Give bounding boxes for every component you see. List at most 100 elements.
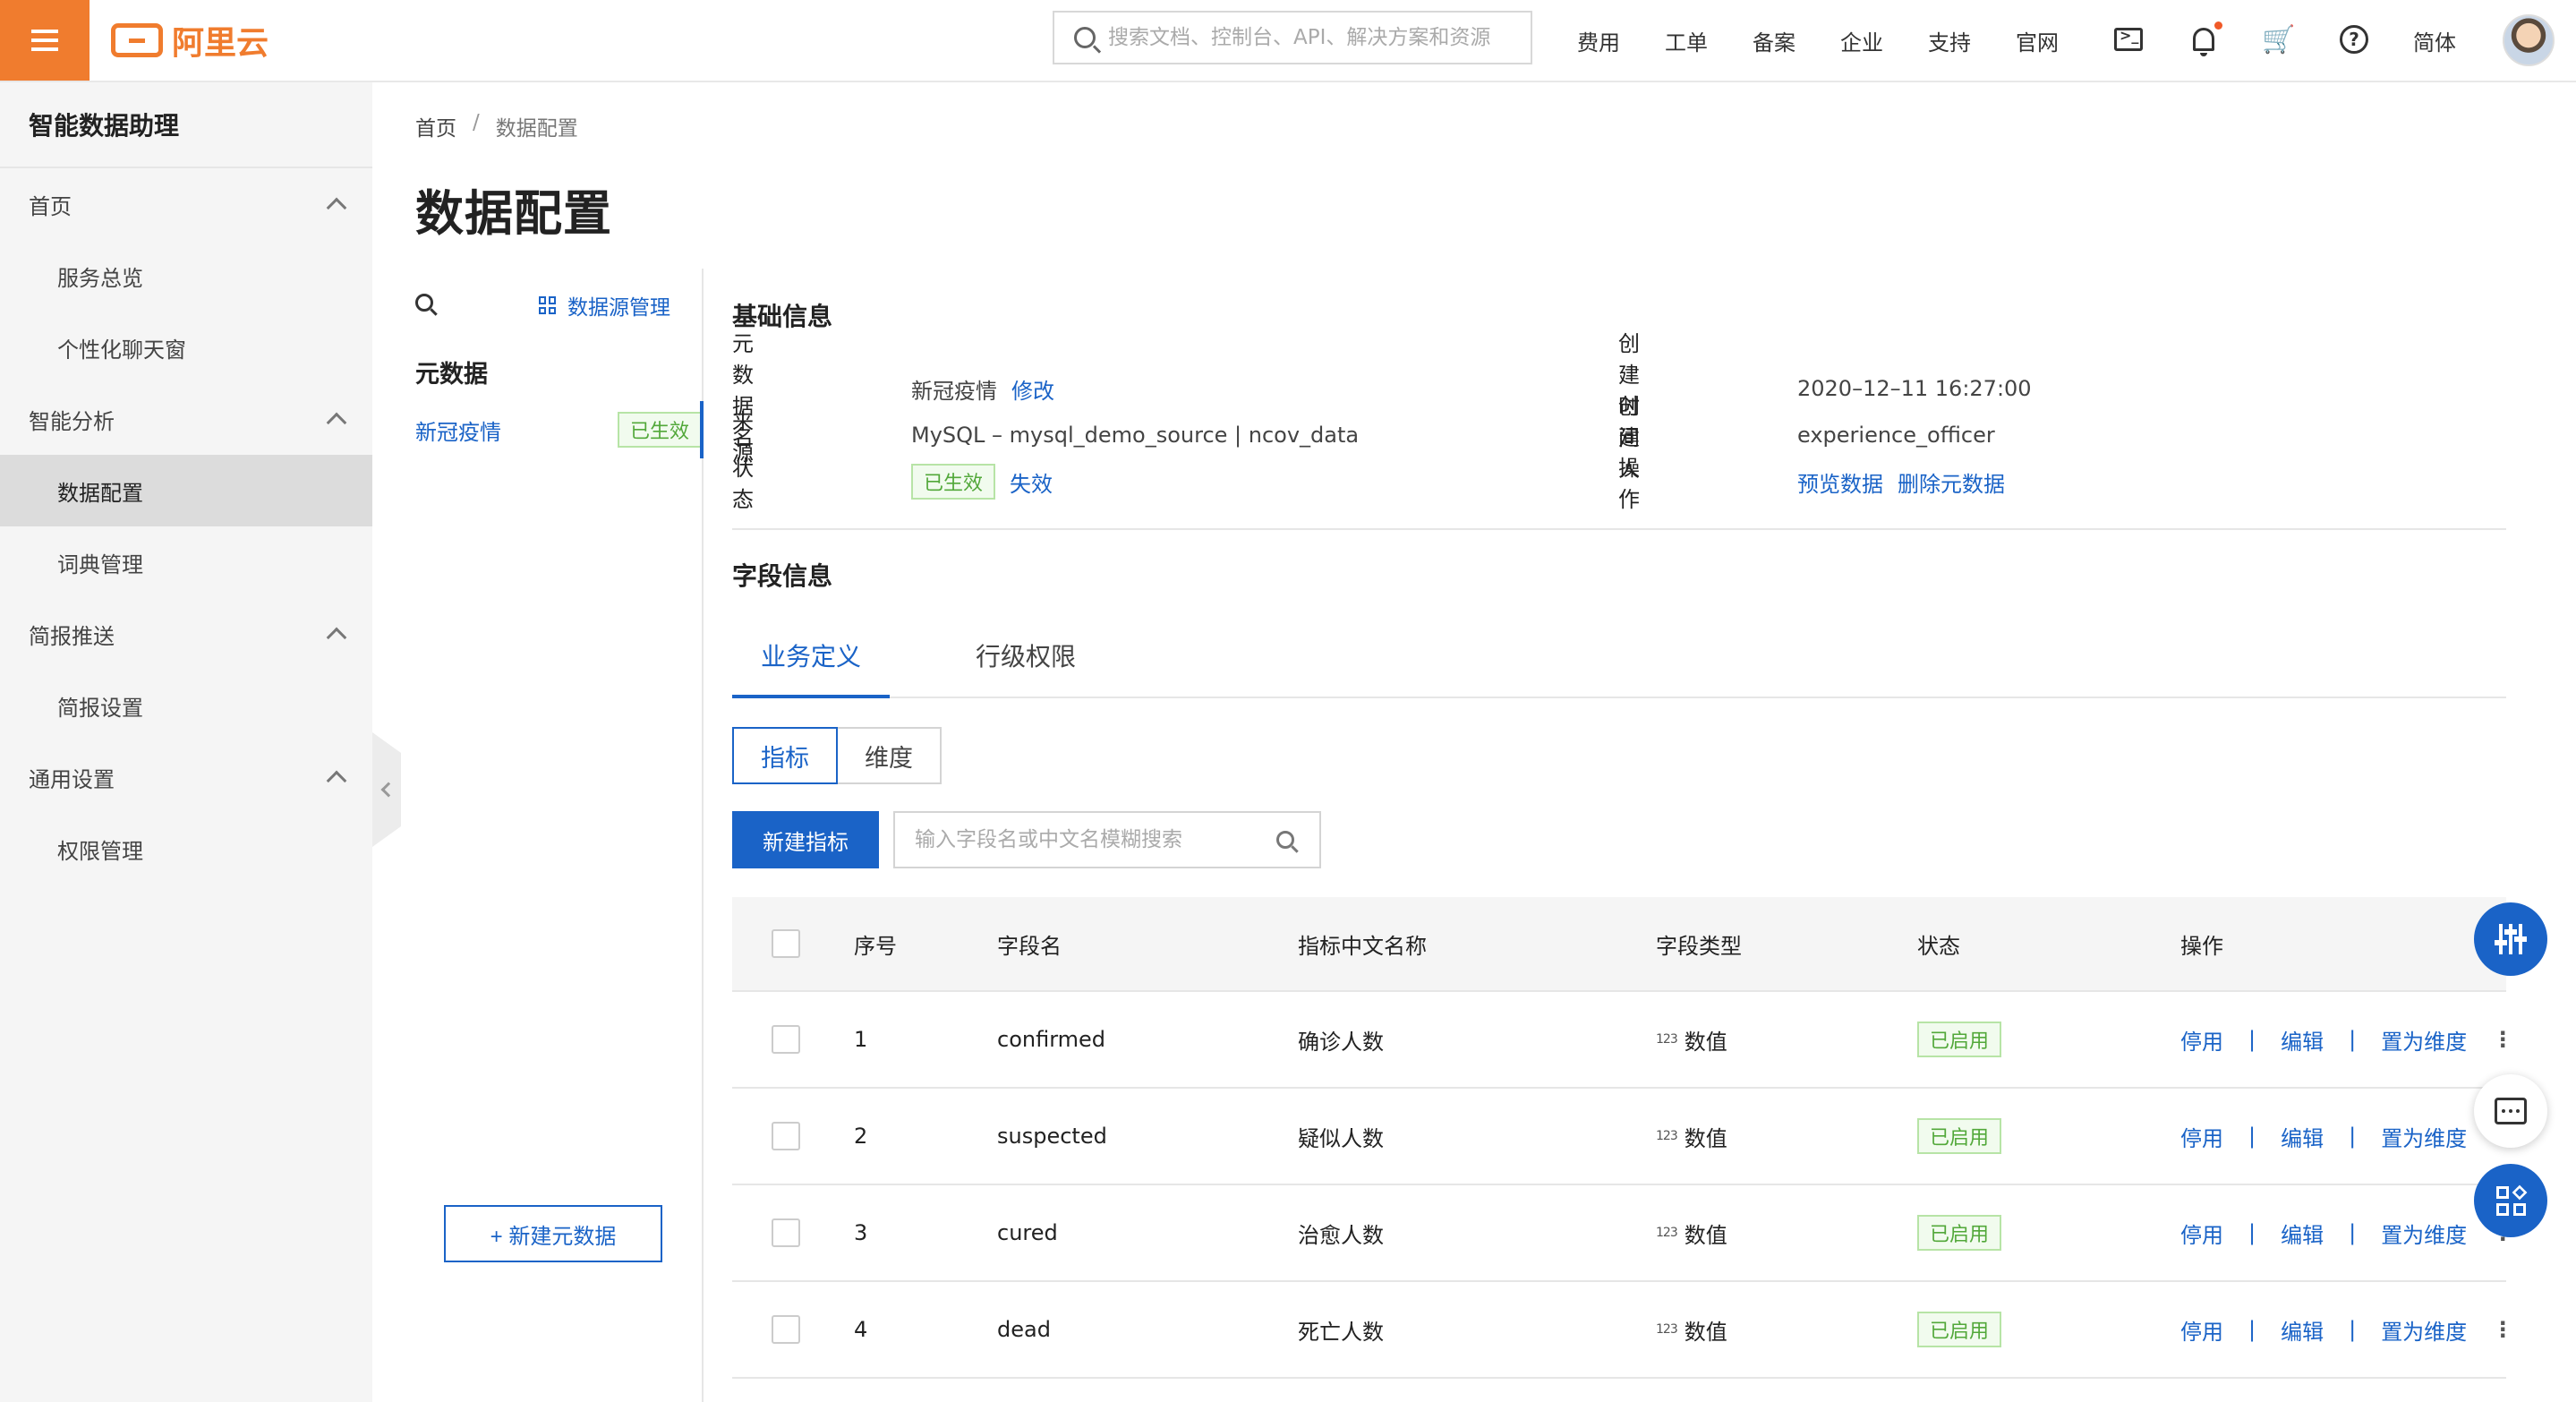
nav-enterprise[interactable]: 企业 [1840, 25, 1883, 56]
sidebar-item-overview[interactable]: 服务总览 [0, 240, 372, 312]
row-cn-name: 治愈人数 [1298, 1222, 1384, 1248]
chat-fab[interactable] [2474, 1074, 2547, 1148]
field-search-input[interactable] [915, 828, 1273, 851]
tab-business-definition[interactable]: 业务定义 [761, 637, 861, 673]
sidebar-group-label: 简报推送 [29, 623, 115, 649]
table-row: 4 dead 死亡人数 123 数值 已启用 停用 | 编辑 | 置为维度 ⋮ [732, 1282, 2513, 1379]
row-status-cell: 已启用 [1917, 1185, 2002, 1280]
delete-metadata-link[interactable]: 删除元数据 [1898, 466, 2005, 498]
invalidate-link[interactable]: 失效 [1010, 466, 1053, 498]
rename-link[interactable]: 修改 [1011, 373, 1054, 405]
segment-metric[interactable]: 指标 [732, 727, 838, 784]
ops-label: 操作 [1618, 456, 1640, 512]
header-type: 字段类型 [1656, 933, 1742, 959]
status-value-wrap: 已生效 失效 [911, 464, 1053, 500]
number-type-icon: 123 [1656, 1322, 1678, 1337]
row-ops: 停用|编辑|置为维度⋮ [2180, 1185, 2513, 1280]
select-all-checkbox[interactable] [772, 929, 800, 958]
active-tab-indicator [732, 695, 890, 698]
status-badge: 已启用 [1917, 1118, 2002, 1154]
sidebar-item-permissions[interactable]: 权限管理 [0, 813, 372, 885]
row-type: 数值 [1684, 1029, 1727, 1055]
name-value-wrap: 新冠疫情 修改 [911, 373, 1054, 405]
avatar[interactable] [2503, 14, 2555, 66]
edit-link[interactable]: 编辑 [2281, 1218, 2324, 1249]
breadcrumb-home[interactable]: 首页 [415, 111, 456, 141]
row-ops: 停用|编辑|置为维度⋮ [2180, 1089, 2513, 1184]
sidebar-item-data-config[interactable]: 数据配置 [0, 455, 372, 526]
row-type: 数值 [1684, 1319, 1727, 1345]
field-search[interactable] [893, 811, 1321, 868]
search-icon[interactable] [415, 294, 433, 312]
nav-tickets[interactable]: 工单 [1665, 25, 1708, 56]
sidebar-group-label: 智能分析 [29, 408, 115, 434]
disable-link[interactable]: 停用 [2180, 1024, 2223, 1056]
sidebar-title: 智能数据助理 [0, 82, 372, 168]
sidebar-item-chat[interactable]: 个性化聊天窗 [0, 312, 372, 383]
sidebar-item-dictionary[interactable]: 词典管理 [0, 526, 372, 598]
set-dimension-link[interactable]: 置为维度 [2381, 1218, 2467, 1249]
header-field: 字段名 [997, 933, 1062, 959]
row-checkbox[interactable] [772, 1122, 800, 1150]
more-icon[interactable]: ⋮ [2492, 1027, 2513, 1052]
sidebar-group-home[interactable]: 首页 [0, 168, 372, 240]
cart-icon[interactable]: 🛒 [2262, 23, 2295, 56]
global-search-input[interactable] [1108, 26, 1520, 49]
field-tabs: 业务定义 行级权限 [732, 623, 2506, 698]
language-switch[interactable]: 简体 [2413, 25, 2456, 56]
new-metric-button[interactable]: 新建指标 [732, 811, 879, 868]
set-dimension-link[interactable]: 置为维度 [2381, 1314, 2467, 1346]
disable-link[interactable]: 停用 [2180, 1314, 2223, 1346]
disable-link[interactable]: 停用 [2180, 1218, 2223, 1249]
segment-dimension[interactable]: 维度 [836, 727, 942, 784]
sidebar-item-brief-settings[interactable]: 简报设置 [0, 670, 372, 741]
row-checkbox[interactable] [772, 1218, 800, 1247]
ops-separator: | [2248, 1317, 2256, 1342]
search-icon[interactable] [1276, 831, 1294, 849]
set-dimension-link[interactable]: 置为维度 [2381, 1121, 2467, 1152]
sidebar-collapse-handle[interactable] [372, 732, 401, 847]
divider [732, 528, 2506, 530]
row-checkbox[interactable] [772, 1315, 800, 1344]
created-value: 2020–12–11 16:27:00 [1797, 376, 2032, 401]
metadata-item[interactable]: 新冠疫情 已生效 [415, 401, 702, 458]
sidebar-group-general[interactable]: 通用设置 [0, 741, 372, 813]
nav-support[interactable]: 支持 [1928, 25, 1971, 56]
chevron-up-icon [326, 627, 347, 648]
nav-fees[interactable]: 费用 [1577, 25, 1620, 56]
new-metadata-button[interactable]: + 新建元数据 [444, 1205, 662, 1262]
more-icon[interactable]: ⋮ [2492, 1317, 2513, 1342]
edit-link[interactable]: 编辑 [2281, 1024, 2324, 1056]
sliders-icon [2495, 924, 2527, 954]
row-checkbox[interactable] [772, 1025, 800, 1054]
menu-icon[interactable] [0, 0, 90, 81]
nav-icp[interactable]: 备案 [1753, 25, 1796, 56]
apps-fab[interactable] [2474, 1164, 2547, 1237]
global-search[interactable] [1053, 11, 1532, 64]
edit-link[interactable]: 编辑 [2281, 1314, 2324, 1346]
disable-link[interactable]: 停用 [2180, 1121, 2223, 1152]
set-dimension-link[interactable]: 置为维度 [2381, 1024, 2467, 1056]
aliyun-logo[interactable]: 阿里云 [111, 20, 269, 62]
row-status-cell: 已启用 [1917, 1282, 2002, 1377]
datasource-manage-link[interactable]: 数据源管理 [539, 290, 670, 321]
header-index: 序号 [854, 933, 897, 959]
nav-official[interactable]: 官网 [2016, 25, 2059, 56]
tab-row-permissions[interactable]: 行级权限 [976, 637, 1076, 673]
sidebar-group-brief[interactable]: 简报推送 [0, 598, 372, 670]
terminal-icon[interactable] [2112, 23, 2145, 56]
number-type-icon: 123 [1656, 1032, 1678, 1047]
sidebar-group-analysis[interactable]: 智能分析 [0, 383, 372, 455]
settings-fab[interactable] [2474, 902, 2547, 976]
row-type: 数值 [1684, 1125, 1727, 1151]
ops-separator: | [2248, 1124, 2256, 1149]
table-row: 2 suspected 疑似人数 123数值 已启用 停用|编辑|置为维度⋮ [732, 1089, 2513, 1185]
help-icon[interactable]: ? [2338, 23, 2370, 56]
edit-link[interactable]: 编辑 [2281, 1121, 2324, 1152]
row-type-cell: 123 数值 [1656, 1185, 1727, 1280]
metadata-item-name: 新冠疫情 [415, 419, 501, 445]
preview-data-link[interactable]: 预览数据 [1797, 466, 1883, 498]
notification-dot [2214, 21, 2222, 30]
status-badge: 已启用 [1917, 1215, 2002, 1251]
creator-value: experience_officer [1797, 423, 1995, 448]
